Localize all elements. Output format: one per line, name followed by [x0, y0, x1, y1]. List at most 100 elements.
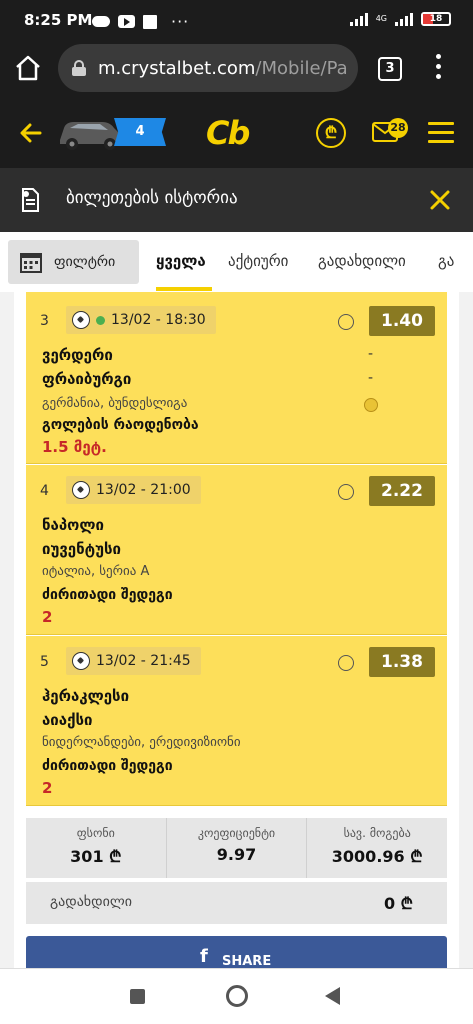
bet-number: 5 — [40, 654, 49, 670]
stake-cell: ფსონი 301 ₾ — [26, 818, 167, 878]
bet-row: 5 13/02 - 21:45 1.38 ჰერაკლესი აიაქსი ნი… — [26, 636, 447, 806]
market-name: ძირითადი შედეგი — [42, 587, 173, 603]
active-tab-indicator — [156, 287, 212, 291]
odds-value: 1.40 — [369, 306, 435, 336]
league-name: ნიდერლანდები, ერედივიზიონი — [42, 735, 241, 750]
away-team: აიაქსი — [42, 711, 93, 729]
history-title-bar: ბილეთების ისტორია — [0, 168, 473, 232]
page-title: ბილეთების ისტორია — [66, 188, 238, 208]
more-notifications-icon: ··· — [171, 12, 190, 31]
match-datetime: 13/02 - 21:45 — [96, 653, 191, 669]
football-icon — [72, 311, 90, 329]
away-team: იუვენტუსი — [42, 540, 121, 558]
facebook-share-button[interactable]: f SHARE — [26, 936, 447, 968]
home-icon[interactable] — [14, 54, 42, 82]
coefficient-value: 9.97 — [216, 845, 257, 864]
bet-number: 4 — [40, 483, 49, 499]
stake-value: 301 ₾ — [70, 847, 122, 866]
stake-label: ფსონი — [76, 826, 115, 840]
league-name: იტალია, სერია A — [42, 564, 150, 579]
signal-icon — [349, 12, 368, 26]
battery-level: 18 — [429, 14, 443, 24]
football-icon — [72, 652, 90, 670]
recent-apps-icon[interactable] — [130, 989, 145, 1004]
balance-coin-icon[interactable]: ₾ — [316, 118, 346, 148]
promo-ticket-count: 4 — [114, 118, 166, 146]
back-triangle-icon[interactable] — [325, 987, 340, 1005]
back-arrow-icon[interactable] — [18, 118, 44, 148]
paid-label: გადახდილი — [50, 894, 132, 910]
filter-label: ფილტრი — [54, 254, 116, 270]
market-name: გოლების რაოდენობა — [42, 417, 199, 433]
ticket-detail: 3 13/02 - 18:30 1.40 ვერდერი - ფრაიბურგი… — [0, 292, 473, 968]
home-button-icon[interactable] — [226, 985, 248, 1007]
live-indicator — [96, 315, 105, 325]
paid-value: 0 ₾ — [383, 894, 413, 913]
browser-menu-icon[interactable] — [428, 54, 448, 84]
hamburger-menu-icon[interactable] — [428, 122, 454, 144]
selected-outcome: 1.5 მეტ. — [42, 438, 107, 456]
football-icon — [72, 481, 90, 499]
close-icon[interactable] — [428, 188, 452, 212]
tab-more[interactable]: გა — [438, 252, 454, 270]
home-team: ჰერაკლესი — [42, 687, 130, 705]
potential-win-cell: სავ. მოგება 3000.96 ₾ — [307, 818, 447, 878]
bet-status-indicator — [338, 655, 354, 671]
league-name: გერმანია, ბუნდესლიგა — [42, 396, 188, 411]
home-team: ვერდერი — [42, 346, 113, 364]
match-datetime-chip: 13/02 - 18:30 — [66, 306, 216, 334]
tab-switcher-button[interactable]: 3 — [378, 57, 402, 81]
bet-row: 3 13/02 - 18:30 1.40 ვერდერი - ფრაიბურგი… — [26, 292, 447, 464]
crystalbet-logo[interactable]: Cb — [206, 114, 268, 152]
bet-number: 3 — [40, 313, 49, 329]
tab-active[interactable]: აქტიური — [228, 252, 288, 270]
away-team: ფრაიბურგი — [42, 370, 132, 388]
address-bar[interactable]: m.crystalbet.com/Mobile/Pa — [58, 44, 358, 92]
system-navigation-bar — [0, 968, 473, 1024]
coefficient-label: კოეფიციენტი — [197, 826, 276, 840]
match-datetime: 13/02 - 18:30 — [111, 312, 206, 328]
calendar-notification-icon — [143, 14, 157, 29]
browser-toolbar: m.crystalbet.com/Mobile/Pa 3 — [0, 40, 473, 98]
ticket-history-icon — [22, 188, 39, 212]
football-status-icon — [364, 398, 378, 412]
facebook-icon: f — [200, 946, 208, 967]
odds-value: 1.38 — [369, 647, 435, 677]
status-bar: 8:25 PM ··· 4G 18 — [0, 0, 473, 40]
promo-banner[interactable]: 4 — [54, 112, 166, 154]
potential-win-value: 3000.96 ₾ — [331, 847, 423, 866]
cloud-icon — [92, 16, 110, 27]
battery-icon: 18 — [421, 12, 451, 26]
bet-status-indicator — [338, 314, 354, 330]
signal-icon-2 — [395, 12, 413, 26]
match-datetime: 13/02 - 21:00 — [96, 482, 191, 498]
away-score: - — [368, 370, 374, 386]
bet-row: 4 13/02 - 21:00 2.22 ნაპოლი იუვენტუსი იტ… — [26, 465, 447, 635]
url-text: m.crystalbet.com/Mobile/Pa — [98, 57, 348, 79]
match-datetime-chip: 13/02 - 21:45 — [66, 647, 201, 675]
status-time: 8:25 PM — [24, 11, 93, 29]
potential-win-label: სავ. მოგება — [343, 826, 411, 840]
share-label: SHARE — [222, 954, 272, 968]
system-icons: 4G 18 — [349, 12, 451, 26]
ticket-summary: ფსონი 301 ₾ კოეფიციენტი 9.97 სავ. მოგება… — [26, 818, 447, 878]
paid-row: გადახდილი 0 ₾ — [26, 882, 447, 924]
match-datetime-chip: 13/02 - 21:00 — [66, 476, 201, 504]
tab-all[interactable]: ყველა — [156, 252, 206, 270]
youtube-icon — [118, 15, 135, 28]
tab-paid[interactable]: გადახდილი — [318, 252, 406, 270]
market-name: ძირითადი შედეგი — [42, 758, 173, 774]
selected-outcome: 2 — [42, 608, 53, 626]
calendar-icon — [20, 253, 42, 273]
network-type: 4G — [375, 14, 387, 23]
odds-value: 2.22 — [369, 476, 435, 506]
selected-outcome: 2 — [42, 779, 53, 797]
history-tabs: ფილტრი ყველა აქტიური გადახდილი გა — [0, 232, 473, 292]
bet-status-indicator — [338, 484, 354, 500]
filter-button[interactable]: ფილტრი — [8, 240, 139, 284]
coefficient-cell: კოეფიციენტი 9.97 — [167, 818, 308, 878]
notification-icons: ··· — [92, 12, 189, 31]
lock-icon — [72, 60, 86, 76]
home-score: - — [368, 346, 374, 362]
mail-badge: 28 — [388, 118, 408, 138]
